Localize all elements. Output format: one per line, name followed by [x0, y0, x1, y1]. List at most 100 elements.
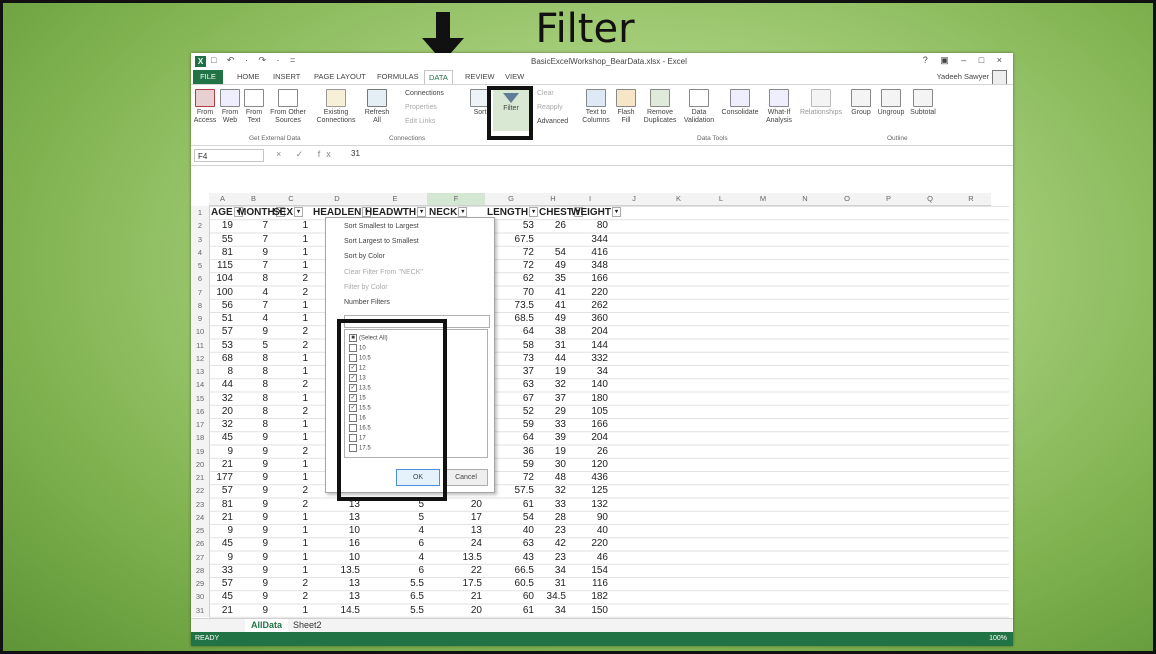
filter-dropdown-icon[interactable]: ▾ — [458, 207, 468, 218]
table-cell[interactable]: 7 — [236, 233, 271, 246]
table-cell[interactable]: 32 — [537, 484, 569, 497]
row-header[interactable]: 17 — [191, 418, 210, 432]
table-cell[interactable]: 34.5 — [537, 590, 569, 603]
table-cell[interactable]: 10 — [311, 524, 363, 537]
formula-input[interactable]: 31 — [351, 149, 360, 158]
table-cell[interactable]: 19 — [209, 219, 236, 232]
table-cell[interactable]: 262 — [569, 299, 611, 312]
table-cell[interactable]: 45 — [209, 431, 236, 444]
row-header[interactable]: 1 — [191, 206, 210, 220]
table-cell[interactable]: 9 — [236, 445, 271, 458]
column-header[interactable]: I — [569, 193, 611, 206]
table-cell[interactable]: 7 — [236, 219, 271, 232]
table-cell[interactable]: 39 — [537, 431, 569, 444]
table-cell[interactable]: 68.5 — [485, 312, 537, 325]
tab-insert[interactable]: INSERT — [273, 72, 300, 81]
table-cell[interactable]: 34 — [569, 365, 611, 378]
window-controls[interactable]: ? ▣ – □ × — [923, 55, 1007, 66]
table-cell[interactable]: 4 — [236, 286, 271, 299]
table-cell[interactable]: 73 — [485, 352, 537, 365]
table-cell[interactable]: 67.5 — [485, 233, 537, 246]
table-cell[interactable]: 48 — [537, 471, 569, 484]
table-cell[interactable]: 9 — [236, 498, 271, 511]
table-cell[interactable]: 144 — [569, 339, 611, 352]
existing-connections-button[interactable]: Existing Connections — [313, 89, 359, 125]
table-cell[interactable]: 5.5 — [363, 604, 427, 617]
table-cell[interactable]: 182 — [569, 590, 611, 603]
table-cell[interactable]: 140 — [569, 378, 611, 391]
table-cell[interactable]: 63 — [485, 378, 537, 391]
table-cell[interactable]: 1 — [271, 392, 311, 405]
filter-dropdown-icon[interactable]: ▾ — [294, 207, 304, 218]
table-cell[interactable]: 37 — [485, 365, 537, 378]
table-cell[interactable]: 166 — [569, 272, 611, 285]
table-cell[interactable]: 14.5 — [311, 604, 363, 617]
cancel-button[interactable]: Cancel — [444, 469, 488, 486]
table-cell[interactable]: 2 — [271, 498, 311, 511]
table-cell[interactable]: 9 — [209, 524, 236, 537]
table-cell[interactable]: 72 — [485, 471, 537, 484]
table-cell[interactable]: 59 — [485, 458, 537, 471]
column-header[interactable]: C — [271, 193, 311, 206]
table-cell[interactable]: 1 — [271, 259, 311, 272]
table-cell[interactable]: 31 — [537, 577, 569, 590]
advanced-button[interactable]: Advanced — [537, 118, 568, 125]
table-cell[interactable]: 150 — [569, 604, 611, 617]
table-cell[interactable]: 57 — [209, 484, 236, 497]
table-cell[interactable]: 34 — [537, 604, 569, 617]
row-header[interactable]: 30 — [191, 590, 210, 604]
table-cell[interactable]: 1 — [271, 431, 311, 444]
table-cell[interactable]: 56 — [209, 299, 236, 312]
table-cell[interactable]: 9 — [236, 551, 271, 564]
table-cell[interactable]: 22 — [427, 564, 485, 577]
table-cell[interactable]: 5 — [363, 511, 427, 524]
column-header[interactable]: M — [742, 193, 784, 206]
row-header[interactable]: 4 — [191, 245, 210, 259]
table-cell[interactable]: 57 — [209, 325, 236, 338]
column-header[interactable]: E — [363, 193, 427, 206]
table-cell[interactable]: 20 — [427, 604, 485, 617]
table-cell[interactable]: 81 — [209, 246, 236, 259]
table-cell[interactable]: 1 — [271, 524, 311, 537]
table-cell[interactable]: 332 — [569, 352, 611, 365]
table-cell[interactable]: 116 — [569, 577, 611, 590]
avatar[interactable] — [992, 70, 1007, 85]
row-header[interactable]: 22 — [191, 484, 210, 498]
zoom-level[interactable]: 100% — [989, 632, 1007, 646]
table-cell[interactable]: 1 — [271, 299, 311, 312]
table-cell[interactable]: 52 — [485, 405, 537, 418]
table-cell[interactable]: 53 — [485, 219, 537, 232]
table-cell[interactable]: 9 — [236, 590, 271, 603]
table-cell[interactable]: 33 — [537, 418, 569, 431]
table-cell[interactable]: 64 — [485, 325, 537, 338]
table-cell[interactable]: 4 — [236, 312, 271, 325]
table-cell[interactable]: 73.5 — [485, 299, 537, 312]
column-header[interactable]: B — [236, 193, 271, 206]
table-cell[interactable]: 17.5 — [427, 577, 485, 590]
table-cell[interactable]: 40 — [485, 524, 537, 537]
table-cell[interactable]: 2 — [271, 325, 311, 338]
table-cell[interactable]: 166 — [569, 418, 611, 431]
table-cell[interactable]: 32 — [209, 418, 236, 431]
table-cell[interactable]: 72 — [485, 246, 537, 259]
table-cell[interactable]: 44 — [209, 378, 236, 391]
table-cell[interactable]: 21 — [209, 604, 236, 617]
tab-file[interactable]: FILE — [193, 70, 223, 84]
header-cell[interactable]: LENGTH ▾ — [487, 207, 539, 218]
subtotal-button[interactable]: Subtotal — [907, 89, 939, 117]
column-header[interactable]: R — [951, 193, 991, 206]
table-cell[interactable]: 204 — [569, 431, 611, 444]
from-other-sources-button[interactable]: From Other Sources — [267, 89, 309, 125]
header-cell[interactable]: HEADWTH ▾ — [365, 207, 427, 218]
table-cell[interactable]: 55 — [209, 233, 236, 246]
what-if-analysis-button[interactable]: What-If Analysis — [763, 89, 795, 125]
table-cell[interactable]: 23 — [537, 524, 569, 537]
group-button[interactable]: Group — [849, 89, 873, 117]
table-cell[interactable]: 1 — [271, 511, 311, 524]
table-cell[interactable]: 32 — [209, 392, 236, 405]
from-text-button[interactable]: From Text — [243, 89, 265, 125]
table-cell[interactable]: 120 — [569, 458, 611, 471]
table-cell[interactable]: 6.5 — [363, 590, 427, 603]
table-cell[interactable]: 68 — [209, 352, 236, 365]
table-cell[interactable]: 8 — [236, 352, 271, 365]
